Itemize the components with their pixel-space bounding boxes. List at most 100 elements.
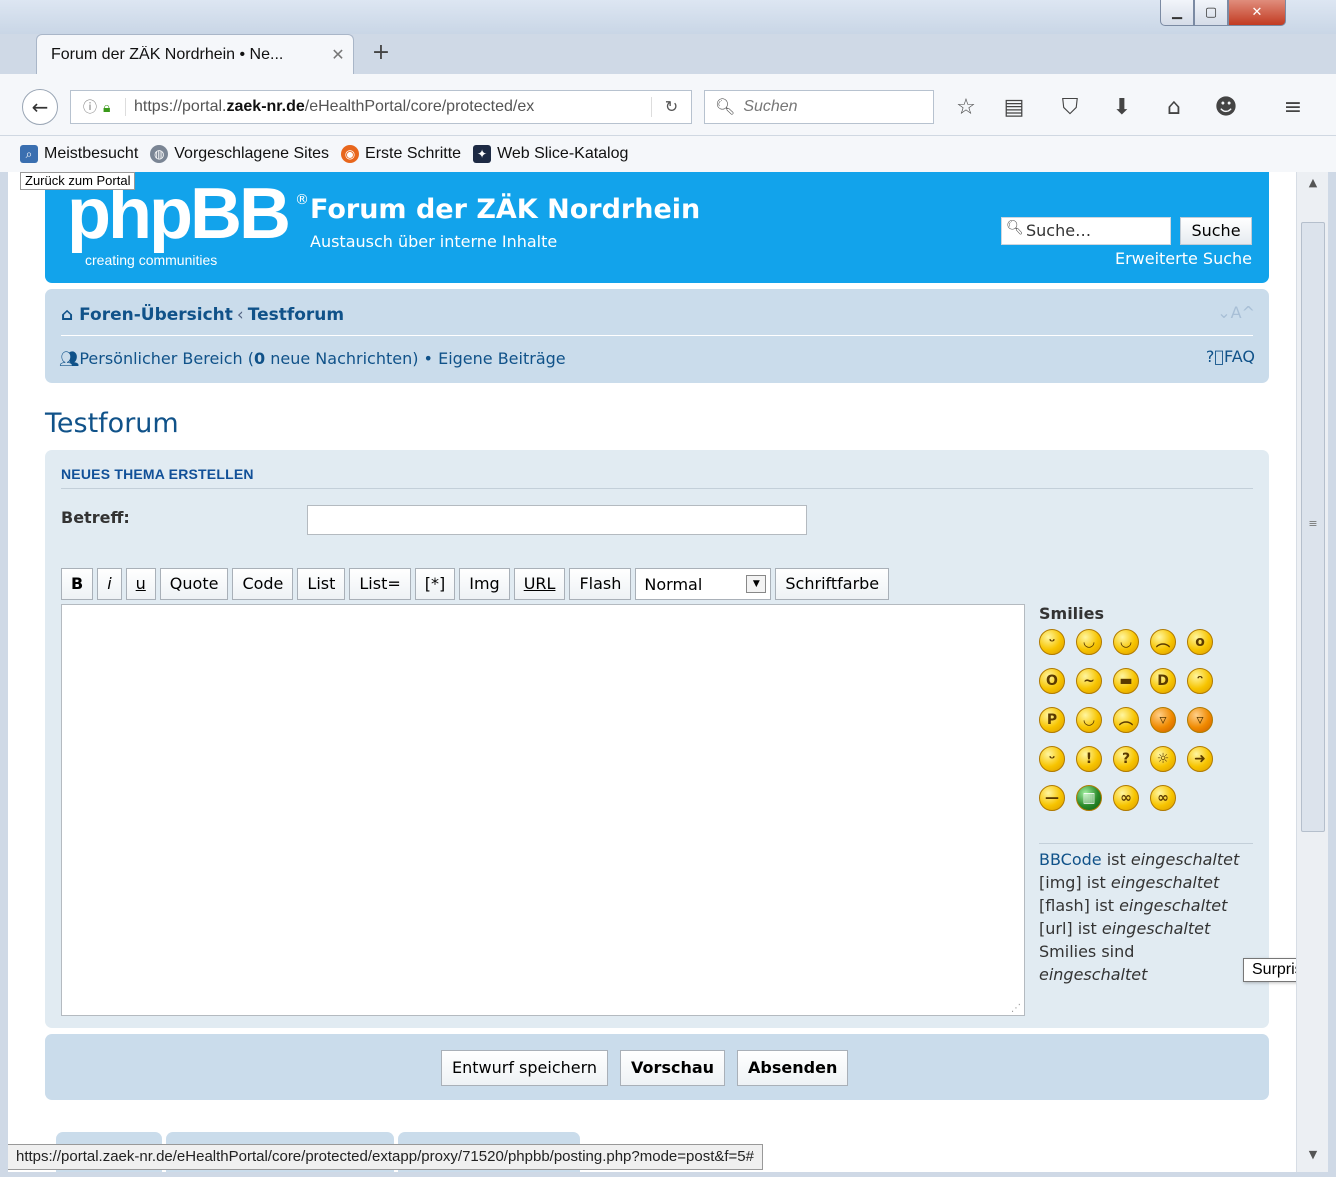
close-window-button[interactable]: ✕	[1228, 0, 1286, 26]
rolleyes-smiley-icon[interactable]: ᵕ	[1039, 746, 1065, 772]
new-tab-icon[interactable]: +	[368, 40, 394, 66]
wink-smiley-icon[interactable]: ◡	[1113, 629, 1139, 655]
download-icon[interactable]: ⬇	[1107, 94, 1137, 124]
question-smiley-icon[interactable]: ?	[1113, 746, 1139, 772]
minimize-button[interactable]: ▁	[1160, 0, 1194, 26]
maximize-button[interactable]: ▢	[1194, 0, 1228, 26]
razz-smiley-icon[interactable]: P	[1039, 707, 1065, 733]
flash-button[interactable]: Flash	[569, 568, 632, 600]
phpbb-logo[interactable]: phpBB ® creating communities	[67, 174, 309, 268]
tab-close-icon[interactable]: ✕	[323, 45, 353, 64]
underline-button[interactable]: u	[125, 568, 156, 600]
mr-green-smiley-icon[interactable]: ▥	[1076, 785, 1102, 811]
navbar-divider	[61, 335, 1253, 336]
message-textarea[interactable]: ⋰	[61, 604, 1025, 1016]
browser-window: ▁ ▢ ✕ Forum der ZÄK Nordrhein • Ne... ✕ …	[0, 0, 1336, 1177]
reload-icon[interactable]: ↻	[651, 97, 691, 117]
breadcrumb-forum-link[interactable]: Testforum	[248, 305, 344, 325]
scroll-down-icon[interactable]: ▼	[1297, 1148, 1329, 1168]
font-color-button[interactable]: Schriftfarbe	[775, 568, 890, 600]
neutral-smiley-icon[interactable]: —	[1039, 785, 1065, 811]
home-icon[interactable]: ⌂	[1159, 94, 1189, 124]
chevron-down-icon[interactable]: ▼	[746, 575, 767, 593]
mad-smiley-icon[interactable]: ᵔ	[1187, 668, 1213, 694]
very-happy-smiley-icon[interactable]: ᵕ	[1039, 629, 1065, 655]
sad-smiley-icon[interactable]: ︵	[1150, 629, 1176, 655]
forum-search-button[interactable]: Suche	[1180, 217, 1252, 245]
page-title[interactable]: Testforum	[45, 408, 179, 439]
scroll-up-icon[interactable]: ▲	[1297, 176, 1329, 196]
code-button[interactable]: Code	[232, 568, 294, 600]
italic-button[interactable]: i	[97, 568, 122, 600]
ordered-list-button[interactable]: List=	[349, 568, 411, 600]
shocked-smiley-icon[interactable]: O	[1039, 668, 1065, 694]
chat-icon[interactable]: ☻	[1211, 94, 1241, 124]
preview-button[interactable]: Vorschau	[620, 1050, 726, 1086]
pocket-icon[interactable]: ⛉	[1055, 94, 1085, 124]
bbcode-toolbar: B i u Quote Code List List= [*] Img URL …	[61, 568, 890, 600]
font-size-select[interactable]: Normal ▼	[635, 568, 772, 600]
bookmark-star-icon[interactable]: ☆	[951, 94, 981, 124]
browser-search-input[interactable]: 🔍︎ Suchen	[704, 90, 934, 124]
bold-button[interactable]: B	[61, 568, 94, 600]
ucp-suffix: neue Nachrichten)	[265, 349, 419, 368]
save-draft-button[interactable]: Entwurf speichern	[441, 1050, 609, 1086]
vertical-scrollbar[interactable]: ▲ ≡ ▼	[1296, 172, 1328, 1172]
exclamation-smiley-icon[interactable]: !	[1076, 746, 1102, 772]
embarrassed-smiley-icon[interactable]: ◡	[1076, 707, 1102, 733]
uber-geek-smiley-icon[interactable]: ∞	[1150, 785, 1176, 811]
back-to-portal-link[interactable]: Zurück zum Portal	[20, 172, 136, 190]
crying-smiley-icon[interactable]: ︵	[1113, 707, 1139, 733]
help-icon: ?⃝	[1205, 347, 1224, 366]
smile-smiley-icon[interactable]: ◡	[1076, 629, 1102, 655]
bookmark-web-slice-katalog[interactable]: ✦ Web Slice-Katalog	[473, 145, 628, 163]
advanced-search-link[interactable]: Erweiterte Suche	[1107, 249, 1252, 268]
bbcode-link[interactable]: BBCode	[1039, 850, 1102, 869]
laughing-smiley-icon[interactable]: D	[1150, 668, 1176, 694]
bookmark-vorgeschlagene-sites[interactable]: ◍ Vorgeschlagene Sites	[150, 145, 329, 163]
quote-button[interactable]: Quote	[159, 568, 229, 600]
forum-search-input[interactable]: Suche…	[1001, 217, 1171, 245]
back-arrow-icon[interactable]: ←	[22, 89, 58, 125]
bookmark-label: Vorgeschlagene Sites	[174, 145, 330, 162]
title-bar: ▁ ▢ ✕	[0, 0, 1336, 34]
url-button[interactable]: URL	[513, 568, 566, 600]
arrow-smiley-icon[interactable]: ➜	[1187, 746, 1213, 772]
cool-smiley-icon[interactable]: ▬	[1113, 668, 1139, 694]
font-size-value: Normal	[644, 574, 703, 594]
lock-icon[interactable]: 🔒︎	[103, 99, 125, 116]
twisted-evil-smiley-icon[interactable]: ▿	[1187, 707, 1213, 733]
breadcrumb-index-link[interactable]: Foren-Übersicht	[79, 305, 233, 325]
faq-link[interactable]: ?⃝FAQ	[1206, 347, 1255, 366]
bookmarks-list-icon[interactable]: ▤	[999, 94, 1029, 124]
scrollbar-thumb[interactable]: ≡	[1301, 222, 1325, 832]
navigation-toolbar: ← ⓘ 🔒︎ https://portal.zaek-nr.de/eHealth…	[0, 74, 1336, 136]
idea-smiley-icon[interactable]: ☼	[1150, 746, 1176, 772]
resize-grip-icon[interactable]: ⋰	[1011, 1003, 1021, 1014]
confused-smiley-icon[interactable]: ~	[1076, 668, 1102, 694]
submit-button[interactable]: Absenden	[737, 1050, 849, 1086]
evil-smiley-icon[interactable]: ▿	[1150, 707, 1176, 733]
img-button[interactable]: Img	[459, 568, 510, 600]
list-button[interactable]: List	[297, 568, 346, 600]
ucp-link[interactable]: Persönlicher Bereich (0 neue Nachrichten…	[79, 349, 418, 368]
bookmark-meistbesucht[interactable]: ⌕ Meistbesucht	[20, 145, 138, 163]
url-text[interactable]: https://portal.zaek-nr.de/eHealthPortal/…	[125, 98, 651, 116]
user-icon: 👥︎	[59, 349, 80, 368]
bookmark-label: Meistbesucht	[44, 145, 139, 162]
img-status-text: [img] ist	[1039, 873, 1111, 892]
own-posts-link[interactable]: Eigene Beiträge	[438, 349, 566, 368]
browser-tab[interactable]: Forum der ZÄK Nordrhein • Ne... ✕	[36, 34, 354, 74]
surprised-smiley-icon[interactable]: o	[1187, 629, 1213, 655]
bookmark-erste-schritte[interactable]: ◉ Erste Schritte	[341, 145, 461, 163]
subject-label: Betreff:	[61, 508, 130, 527]
font-size-toggle[interactable]: ⌄A^	[1217, 303, 1255, 322]
list-item-button[interactable]: [*]	[414, 568, 456, 600]
subject-input[interactable]	[307, 505, 807, 535]
url-bar[interactable]: ⓘ 🔒︎ https://portal.zaek-nr.de/eHealthPo…	[70, 90, 692, 124]
info-icon[interactable]: ⓘ	[83, 97, 103, 117]
geek-smiley-icon[interactable]: ∞	[1113, 785, 1139, 811]
smilies-box: Smilies ᵕ ◡ ◡ ︵ o O ~ ▬ D ᵔ P ◡ ︵ ▿ ▿ ᵕ …	[1039, 604, 1259, 986]
new-messages-count: 0	[254, 349, 266, 368]
menu-icon[interactable]: ≡	[1278, 94, 1308, 124]
